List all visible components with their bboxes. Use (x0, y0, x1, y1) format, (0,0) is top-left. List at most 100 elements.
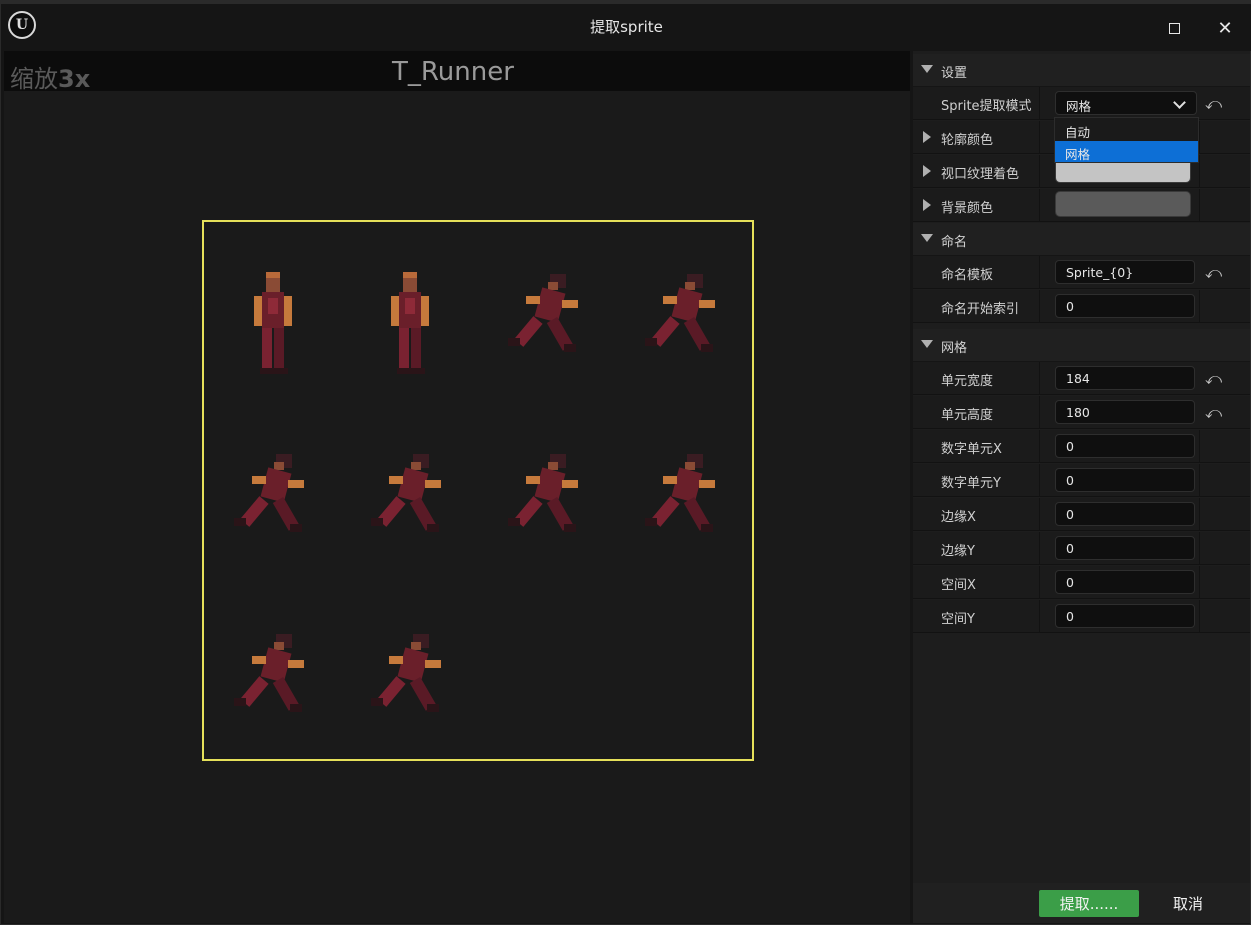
column-divider (1199, 155, 1200, 188)
row-extract-mode: Sprite提取模式 网格 ⤺ (913, 87, 1250, 120)
outline-color-label: 轮廓颜色 (941, 133, 994, 148)
column-divider (1039, 290, 1040, 323)
column-divider (1199, 532, 1200, 565)
grid-row-input[interactable]: 0 (1055, 468, 1195, 492)
zoom-label: 缩放3x (10, 59, 90, 94)
grid-row-input[interactable]: 0 (1055, 536, 1195, 560)
column-divider (1199, 600, 1200, 633)
sprite-frame (625, 442, 745, 582)
grid-row-input[interactable]: 0 (1055, 434, 1195, 458)
sprite-sheet[interactable] (202, 220, 754, 761)
collapse-arrow-icon (921, 65, 933, 73)
grid-row-input[interactable]: 180 (1055, 400, 1195, 424)
category-naming-label: 命名 (941, 235, 968, 250)
column-divider (1199, 464, 1200, 497)
extract-mode-dropdown: 自动 网格 (1054, 117, 1199, 163)
window-title: 提取sprite (590, 18, 663, 36)
column-divider (1039, 532, 1040, 565)
column-divider (1199, 498, 1200, 531)
row-background-color: 背景颜色 (913, 189, 1250, 222)
viewport-header: 缩放3x T_Runner (4, 51, 910, 94)
collapse-arrow-icon (921, 234, 933, 242)
grid-row: 边缘Y 0 (913, 532, 1250, 565)
extract-button[interactable]: 提取...... (1039, 890, 1139, 917)
grid-row: 边缘X 0 (913, 498, 1250, 531)
column-divider (1039, 189, 1040, 222)
maximize-icon (1168, 22, 1180, 34)
reset-to-default-icon[interactable]: ⤺ (1205, 94, 1222, 114)
dropdown-option-label: 自动 (1065, 125, 1091, 140)
column-divider (1039, 362, 1040, 395)
row-naming-template: 命名模板 Sprite_{0} ⤺ (913, 256, 1250, 289)
grid-row-label: 边缘X (941, 510, 976, 525)
category-grid[interactable]: 网格 (913, 329, 1250, 362)
category-settings[interactable]: 设置 (913, 54, 1250, 87)
extract-mode-combo[interactable]: 网格 (1055, 91, 1197, 115)
reset-to-default-icon[interactable]: ⤺ (1205, 369, 1222, 389)
column-divider (1039, 464, 1040, 497)
grid-row-input[interactable]: 0 (1055, 570, 1195, 594)
row-naming-start-index: 命名开始索引 0 (913, 290, 1250, 323)
category-naming[interactable]: 命名 (913, 223, 1250, 256)
expand-arrow-icon[interactable] (923, 165, 931, 177)
grid-row-label: 数字单元Y (941, 476, 1001, 491)
column-divider (1039, 155, 1040, 188)
texture-viewport[interactable]: 缩放3x T_Runner (4, 51, 910, 923)
sprite-frame (214, 442, 334, 582)
close-button[interactable]: ✕ (1210, 13, 1240, 43)
cancel-button[interactable]: 取消 (1153, 890, 1223, 917)
expand-arrow-icon[interactable] (923, 131, 931, 143)
category-grid-label: 网格 (941, 341, 968, 356)
background-color-label: 背景颜色 (941, 201, 994, 216)
background-color-swatch[interactable] (1055, 191, 1191, 217)
extract-sprite-window: U 提取sprite ✕ 缩放3x T_Runner 设置 Sprite提取模式… (0, 0, 1251, 925)
grid-row-input[interactable]: 184 (1055, 366, 1195, 390)
column-divider (1039, 498, 1040, 531)
grid-row: 数字单元X 0 (913, 430, 1250, 463)
column-divider (1039, 256, 1040, 289)
maximize-button[interactable] (1159, 13, 1189, 43)
dropdown-option-grid[interactable]: 网格 (1055, 141, 1198, 162)
column-divider (1199, 566, 1200, 599)
column-divider (1199, 189, 1200, 222)
sprite-frame (488, 442, 608, 582)
sprite-frame (214, 622, 334, 762)
sprite-frame (351, 262, 471, 402)
chevron-down-icon (1173, 96, 1186, 109)
column-divider (1039, 396, 1040, 429)
grid-row-label: 单元高度 (941, 408, 994, 423)
grid-row: 单元宽度 184 ⤺ (913, 362, 1250, 395)
grid-row-input[interactable]: 0 (1055, 502, 1195, 526)
grid-row: 数字单元Y 0 (913, 464, 1250, 497)
column-divider (1039, 121, 1040, 154)
grid-row: 空间X 0 (913, 566, 1250, 599)
expand-arrow-icon[interactable] (923, 199, 931, 211)
reset-to-default-icon[interactable]: ⤺ (1205, 403, 1222, 423)
naming-template-input[interactable]: Sprite_{0} (1055, 260, 1195, 284)
zoom-prefix: 缩放 (10, 65, 58, 93)
texture-name: T_Runner (392, 57, 514, 87)
sprite-frame (351, 622, 471, 762)
dialog-footer: 提取...... 取消 (913, 883, 1250, 923)
extract-mode-value: 网格 (1066, 99, 1092, 114)
grid-row-label: 空间X (941, 578, 976, 593)
column-divider (1039, 600, 1040, 633)
sprite-frame (625, 262, 745, 402)
reset-to-default-icon[interactable]: ⤺ (1205, 263, 1222, 283)
naming-start-index-label: 命名开始索引 (941, 302, 1020, 317)
collapse-arrow-icon (921, 340, 933, 348)
extract-mode-label: Sprite提取模式 (941, 99, 1032, 114)
sprite-frame (351, 442, 471, 582)
sprite-frame (488, 262, 608, 402)
naming-start-index-input[interactable]: 0 (1055, 294, 1195, 318)
column-divider (1199, 290, 1200, 323)
category-settings-label: 设置 (941, 66, 968, 81)
grid-row-input[interactable]: 0 (1055, 604, 1195, 628)
column-divider (1039, 566, 1040, 599)
column-divider (1039, 87, 1040, 120)
grid-row-label: 数字单元X (941, 442, 1002, 457)
naming-template-label: 命名模板 (941, 268, 994, 283)
column-divider (1199, 430, 1200, 463)
dropdown-option-auto[interactable]: 自动 (1055, 119, 1198, 140)
grid-row: 单元高度 180 ⤺ (913, 396, 1250, 429)
